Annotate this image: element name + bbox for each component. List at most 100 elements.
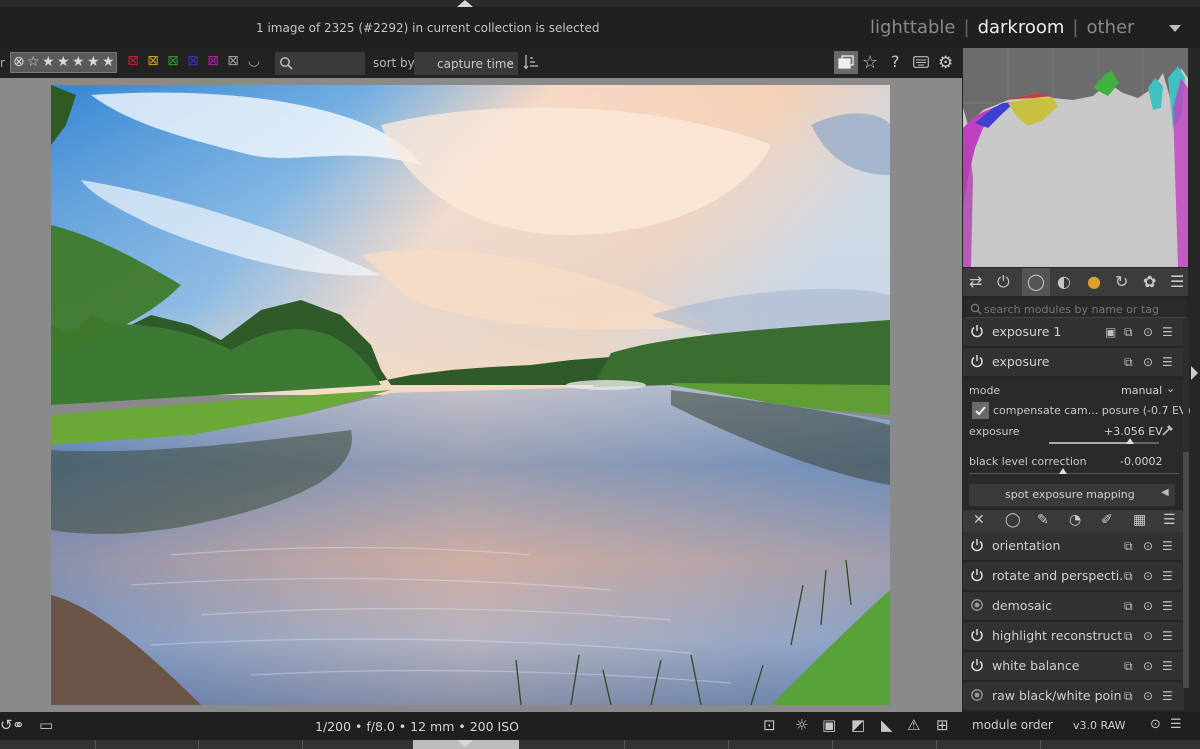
black-level-slider-handle[interactable] [1059, 468, 1067, 474]
multi-instance-icon[interactable]: ⧉ [1124, 569, 1133, 583]
rating-star-icon[interactable]: ★ [72, 54, 85, 70]
power-on-icon[interactable] [970, 628, 984, 642]
star-overlay-icon[interactable]: ☆ [862, 52, 878, 73]
gamut-check-icon[interactable]: ⚠ [907, 717, 920, 733]
top-panel-toggle-icon[interactable] [457, 0, 473, 7]
rating-star-icon[interactable]: ☆ [27, 54, 40, 70]
color-modules-icon[interactable]: ● [1087, 272, 1101, 291]
multi-instance-icon[interactable]: ⧉ [1124, 629, 1133, 643]
tone-modules-icon[interactable]: ◐ [1057, 272, 1071, 291]
module-search-input[interactable] [984, 301, 1182, 317]
exposure-value[interactable]: +3.056 EV [1104, 425, 1163, 438]
sort-order-icon[interactable] [523, 54, 539, 70]
presets-icon[interactable]: ⇄ [969, 272, 982, 291]
multi-instance-icon[interactable]: ⧉ [1124, 599, 1133, 613]
module-rotate-and-perspective[interactable]: rotate and perspecti... ⧉ ⊙ ☰ [963, 562, 1184, 590]
rating-star-icon[interactable]: ★ [57, 54, 70, 70]
black-level-slider-track[interactable] [969, 473, 1179, 474]
mode-select[interactable]: manual [1121, 384, 1162, 397]
module-raw-black-white-point[interactable]: raw black/white point ⧉ ⊙ ☰ [963, 682, 1184, 710]
color-label-gray-icon[interactable]: ⊠ [226, 54, 240, 68]
preferences-gear-icon[interactable]: ⚙ [938, 53, 953, 73]
presets-menu-icon[interactable]: ☰ [1162, 629, 1173, 643]
module-search-box[interactable] [966, 300, 1186, 318]
uniform-mask-icon[interactable]: ◯ [1005, 512, 1021, 528]
presets-menu-icon[interactable]: ☰ [1162, 325, 1173, 339]
effect-modules-icon[interactable]: ✿ [1143, 272, 1156, 291]
rating-filter[interactable]: ⊗ ☆ ★ ★ ★ ★ ★ [10, 52, 117, 73]
rating-star-icon[interactable]: ★ [42, 54, 55, 70]
bottom-panel-toggle-icon[interactable] [457, 740, 473, 747]
rating-star-icon[interactable]: ★ [102, 54, 115, 70]
reset-icon[interactable]: ⊙ [1143, 355, 1153, 369]
rating-star-icon[interactable]: ★ [87, 54, 100, 70]
view-other-link[interactable]: other [1087, 17, 1135, 38]
view-darkroom-link[interactable]: darkroom [978, 17, 1065, 38]
keyboard-shortcuts-icon[interactable] [913, 56, 929, 68]
color-label-red-icon[interactable]: ⊠ [126, 54, 140, 68]
drawn-mask-icon[interactable]: ✎ [1037, 512, 1049, 528]
presets-menu-icon[interactable]: ☰ [1162, 355, 1173, 369]
module-highlight-reconstruction[interactable]: highlight reconstruct... ⧉ ⊙ ☰ [963, 622, 1184, 650]
color-label-blue-icon[interactable]: ⊠ [186, 54, 200, 68]
reset-icon[interactable]: ⊙ [1143, 689, 1153, 703]
color-assessment-icon[interactable]: ☼ [795, 717, 808, 733]
presets-menu-icon[interactable]: ☰ [1162, 599, 1173, 613]
second-window-icon[interactable]: ▭ [39, 717, 53, 733]
module-orientation[interactable]: orientation ⧉ ⊙ ☰ [963, 532, 1184, 560]
reset-icon[interactable]: ⊙ [1143, 325, 1153, 339]
module-exposure[interactable]: exposure ⧉ ⊙ ☰ [963, 348, 1184, 376]
view-lighttable-link[interactable]: lighttable [870, 17, 955, 38]
power-on-icon[interactable] [970, 568, 984, 582]
focus-peaking-icon[interactable]: ⊡ [763, 717, 776, 733]
reject-x-icon[interactable]: ⊗ [13, 54, 25, 70]
reset-icon[interactable]: ⊙ [1143, 539, 1153, 553]
multi-instance-icon[interactable]: ⧉ [1124, 355, 1133, 369]
power-on-icon[interactable] [970, 354, 984, 368]
multi-instance-icon[interactable]: ⧉ [1124, 539, 1133, 553]
module-list-scrollbar-thumb[interactable] [1183, 452, 1189, 688]
color-label-green-icon[interactable]: ⊠ [166, 54, 180, 68]
styles-icon[interactable]: ↺ [0, 717, 13, 733]
histogram[interactable] [963, 48, 1188, 267]
reset-icon[interactable]: ⊙ [1143, 629, 1153, 643]
parametric-mask-icon[interactable]: ◔ [1069, 512, 1081, 528]
module-groups-menu-icon[interactable]: ☰ [1170, 272, 1184, 291]
correct-modules-icon[interactable]: ↻ [1115, 272, 1128, 291]
help-icon[interactable]: ? [891, 52, 900, 71]
raster-mask-icon[interactable]: ▦ [1133, 512, 1146, 528]
compensate-checkbox[interactable] [972, 402, 989, 419]
presets-menu-icon[interactable]: ☰ [1162, 659, 1173, 673]
reset-icon[interactable]: ⊙ [1143, 569, 1153, 583]
view-menu-chevron-icon[interactable] [1169, 25, 1181, 32]
power-on-icon[interactable] [970, 538, 984, 552]
module-demosaic[interactable]: demosaic ⧉ ⊙ ☰ [963, 592, 1184, 620]
reset-icon[interactable]: ⊙ [1143, 599, 1153, 613]
module-order-value[interactable]: v3.0 RAW [1073, 719, 1126, 732]
color-operator-icon[interactable]: ◡ [247, 54, 261, 68]
presets-menu-icon[interactable]: ☰ [1170, 717, 1182, 733]
mask-menu-icon[interactable]: ☰ [1163, 512, 1176, 528]
right-panel-toggle-icon[interactable] [1191, 366, 1198, 380]
presets-menu-icon[interactable]: ☰ [1162, 569, 1173, 583]
reset-icon[interactable]: ⊙ [1143, 659, 1153, 673]
black-level-value[interactable]: -0.0002 [1120, 455, 1162, 468]
spot-exposure-mapping-section[interactable]: spot exposure mapping ◀ [969, 484, 1175, 506]
sort-by-select[interactable]: capture time ⌄ [414, 52, 518, 75]
softproof-icon[interactable]: ◣ [881, 717, 893, 733]
multi-instance-icon[interactable]: ⧉ [1124, 689, 1133, 703]
multi-instance-icon[interactable]: ⧉ [1124, 659, 1133, 673]
color-label-purple-icon[interactable]: ⊠ [206, 54, 220, 68]
presets-menu-icon[interactable]: ☰ [1162, 689, 1173, 703]
color-label-yellow-icon[interactable]: ⊠ [146, 54, 160, 68]
clipping-indication-icon[interactable]: ◩ [851, 717, 865, 733]
text-search-input[interactable] [275, 52, 365, 75]
presets-menu-icon[interactable]: ☰ [1162, 539, 1173, 553]
snapshots-icon[interactable]: ⚭ [12, 717, 25, 733]
filmstrip-collapsed-strip[interactable] [0, 740, 1200, 749]
power-on-icon[interactable] [970, 658, 984, 672]
reset-icon[interactable]: ⊙ [1150, 717, 1161, 733]
active-modules-icon[interactable]: ⏻ [997, 272, 1010, 292]
mask-off-icon[interactable]: ✕ [973, 512, 985, 528]
overlays-button[interactable] [834, 51, 858, 74]
